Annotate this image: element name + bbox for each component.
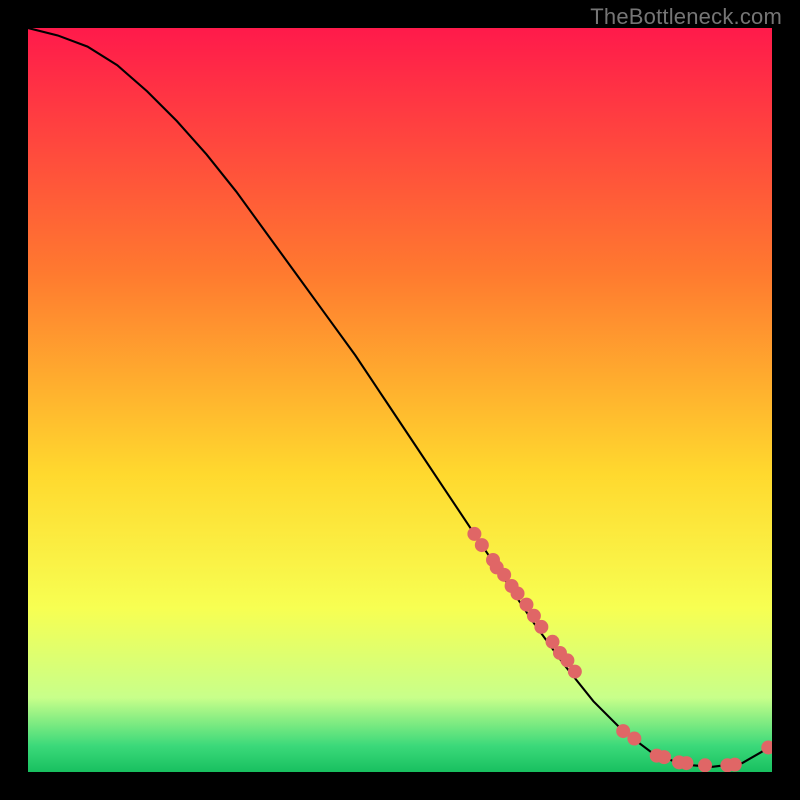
data-marker <box>627 732 641 746</box>
data-marker <box>511 586 525 600</box>
curve-line <box>28 28 772 767</box>
marker-group <box>467 527 772 772</box>
chart-container: TheBottleneck.com <box>0 0 800 800</box>
data-marker <box>657 750 671 764</box>
watermark-text: TheBottleneck.com <box>590 4 782 30</box>
data-marker <box>679 756 693 770</box>
data-marker <box>475 538 489 552</box>
data-marker <box>568 665 582 679</box>
data-marker <box>728 758 742 772</box>
plot-area <box>28 28 772 772</box>
chart-overlay <box>28 28 772 772</box>
data-marker <box>534 620 548 634</box>
data-marker <box>698 758 712 772</box>
